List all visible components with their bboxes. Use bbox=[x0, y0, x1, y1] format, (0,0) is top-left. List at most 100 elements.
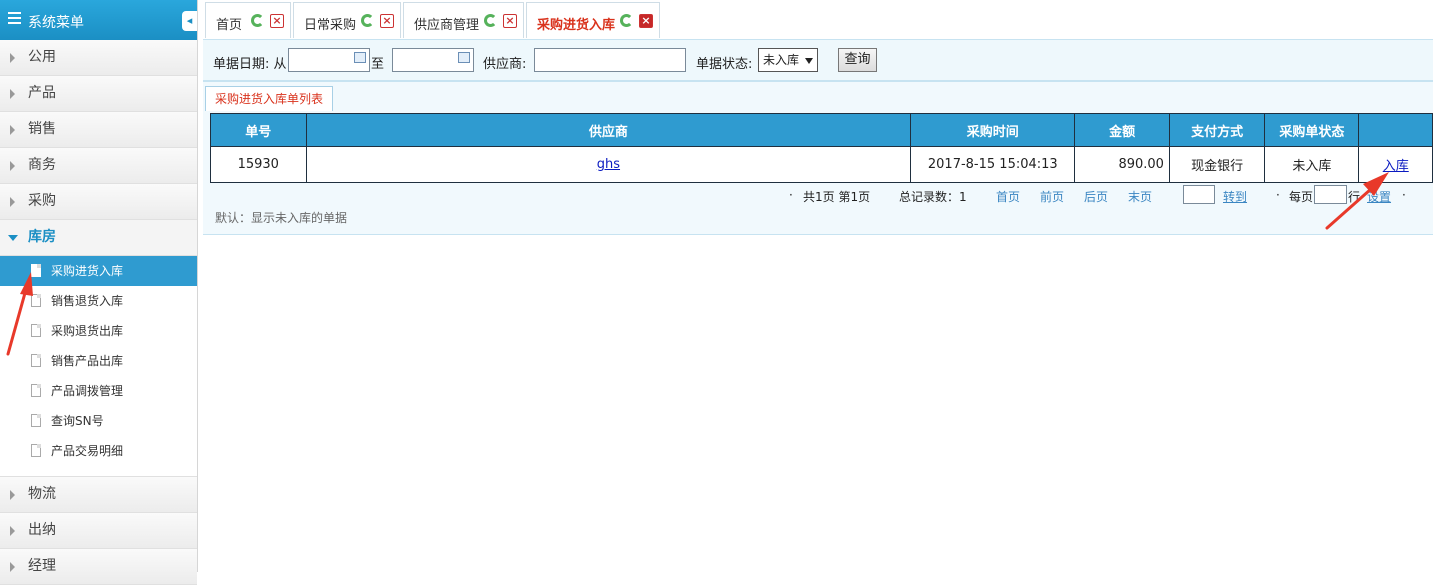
calendar-icon[interactable] bbox=[458, 52, 470, 63]
refresh-icon[interactable] bbox=[251, 14, 264, 27]
cell-payment: 现金银行 bbox=[1168, 146, 1266, 183]
sidebar-item-sales-return-inbound[interactable]: 销售退货入库 bbox=[0, 286, 197, 316]
sidebar-section-logistics[interactable]: 物流 bbox=[0, 477, 197, 513]
column-header-time: 采购时间 bbox=[910, 113, 1076, 147]
tab-label: 日常采购 bbox=[304, 18, 357, 33]
sidebar-section-label: 商务 bbox=[28, 157, 56, 173]
close-icon[interactable]: × bbox=[380, 14, 394, 28]
rows-label: 行 bbox=[1348, 190, 1361, 204]
status-select-value: 未入库 bbox=[763, 53, 800, 67]
sidebar-title: 系统菜单 bbox=[28, 15, 84, 31]
sidebar-section-sales[interactable]: 销售 bbox=[0, 112, 197, 148]
collapse-sidebar-button[interactable]: ◂ bbox=[182, 11, 197, 31]
cell-amount: 890.00 bbox=[1074, 146, 1170, 183]
supplier-link[interactable]: ghs bbox=[597, 157, 620, 172]
caret-right-icon bbox=[10, 125, 15, 135]
cell-no: 15930 bbox=[210, 146, 307, 183]
pager-dot: · bbox=[1276, 188, 1280, 202]
sidebar-item-purchase-return-outbound[interactable]: 采购退货出库 bbox=[0, 316, 197, 346]
close-icon[interactable]: × bbox=[270, 14, 284, 28]
list-panel: 采购进货入库单列表 单号 供应商 采购时间 金额 支付方式 采购单状态 1593… bbox=[203, 81, 1433, 235]
sidebar-section-cashier[interactable]: 出纳 bbox=[0, 513, 197, 549]
set-per-page-link[interactable]: 设置 bbox=[1367, 188, 1391, 205]
sidebar-item-label: 销售产品出库 bbox=[51, 354, 124, 368]
document-icon bbox=[31, 384, 41, 397]
sidebar-item-sales-outbound[interactable]: 销售产品出库 bbox=[0, 346, 197, 376]
sidebar-item-transfer[interactable]: 产品调拨管理 bbox=[0, 376, 197, 406]
sidebar-header: 系统菜单 ◂ bbox=[0, 0, 197, 40]
pager-prev[interactable]: 前页 bbox=[1040, 188, 1064, 205]
table-row: 15930 ghs 2017-8-15 15:04:13 890.00 现金银行… bbox=[210, 146, 1433, 183]
caret-right-icon bbox=[10, 53, 15, 63]
column-header-payment: 支付方式 bbox=[1168, 113, 1266, 147]
default-filter-note: 默认：显示未入库的单据 bbox=[215, 211, 348, 225]
sidebar-section-label: 库房 bbox=[28, 229, 56, 245]
sidebar-item-transaction-detail[interactable]: 产品交易明细 bbox=[0, 436, 197, 466]
tab-label: 采购进货入库 bbox=[537, 18, 616, 33]
close-icon[interactable]: × bbox=[639, 14, 653, 28]
goto-page-input[interactable] bbox=[1183, 185, 1215, 204]
close-icon[interactable]: × bbox=[503, 14, 517, 28]
document-icon bbox=[31, 354, 41, 367]
tab-label: 首页 bbox=[216, 18, 243, 33]
supplier-input[interactable] bbox=[534, 48, 686, 72]
calendar-icon[interactable] bbox=[354, 52, 366, 63]
pager-page-info: 共1页 第1页 bbox=[803, 190, 871, 204]
caret-right-icon bbox=[10, 562, 15, 572]
sidebar-section-warehouse[interactable]: 库房 bbox=[0, 220, 197, 256]
cell-supplier: ghs bbox=[305, 146, 912, 183]
sidebar-item-purchase-inbound[interactable]: 采购进货入库 bbox=[0, 256, 197, 286]
pager-dot: · bbox=[1402, 188, 1406, 202]
sidebar-section-label: 采购 bbox=[28, 193, 56, 209]
sidebar-section-product[interactable]: 产品 bbox=[0, 76, 197, 112]
column-header-action bbox=[1358, 113, 1433, 147]
column-header-no: 单号 bbox=[210, 113, 307, 147]
sidebar-item-label: 查询SN号 bbox=[51, 414, 104, 428]
inbound-table: 单号 供应商 采购时间 金额 支付方式 采购单状态 15930 ghs 2017… bbox=[210, 113, 1433, 183]
column-header-amount: 金额 bbox=[1074, 113, 1170, 147]
document-icon bbox=[31, 324, 41, 337]
pager-last[interactable]: 末页 bbox=[1128, 188, 1152, 205]
table-header-row: 单号 供应商 采购时间 金额 支付方式 采购单状态 bbox=[210, 113, 1433, 147]
pager-first[interactable]: 首页 bbox=[996, 188, 1020, 205]
sidebar-section-purchase[interactable]: 采购 bbox=[0, 184, 197, 220]
refresh-icon[interactable] bbox=[620, 14, 633, 27]
sidebar-section-manager[interactable]: 经理 bbox=[0, 549, 197, 585]
sidebar-item-label: 采购退货出库 bbox=[51, 324, 124, 338]
refresh-icon[interactable] bbox=[361, 14, 374, 27]
inbound-link[interactable]: 入库 bbox=[1383, 159, 1409, 174]
tab-home[interactable]: 首页 × bbox=[205, 2, 291, 38]
caret-down-icon bbox=[8, 235, 18, 241]
pager-dot: · bbox=[789, 188, 793, 202]
tab-purchase-inbound[interactable]: 采购进货入库 × bbox=[526, 2, 660, 38]
list-icon bbox=[8, 12, 21, 26]
pager-total: 总记录数：1 bbox=[899, 190, 967, 204]
chevron-down-icon bbox=[805, 58, 813, 64]
per-page-label: 每页 bbox=[1289, 190, 1314, 204]
status-select[interactable]: 未入库 bbox=[758, 48, 818, 72]
caret-right-icon bbox=[10, 89, 15, 99]
date-to-label: 至 bbox=[371, 57, 385, 72]
tab-daily-purchase[interactable]: 日常采购 × bbox=[293, 2, 401, 38]
query-button[interactable]: 查询 bbox=[838, 48, 877, 72]
document-icon bbox=[31, 264, 41, 277]
per-page-input[interactable] bbox=[1314, 185, 1347, 204]
cell-action: 入库 bbox=[1358, 146, 1433, 183]
sidebar-section-label: 物流 bbox=[28, 486, 56, 502]
caret-right-icon bbox=[10, 490, 15, 500]
panel-tab-purchase-inbound-list[interactable]: 采购进货入库单列表 bbox=[205, 86, 334, 111]
document-icon bbox=[31, 294, 41, 307]
tab-label: 供应商管理 bbox=[414, 18, 480, 33]
caret-right-icon bbox=[10, 161, 15, 171]
goto-link[interactable]: 转到 bbox=[1223, 188, 1247, 205]
refresh-icon[interactable] bbox=[484, 14, 497, 27]
pager-next[interactable]: 后页 bbox=[1084, 188, 1108, 205]
search-form: 单据日期: 从 至 供应商: 单据状态: 未入库 查询 bbox=[203, 40, 1433, 81]
date-from-label: 单据日期: 从 bbox=[213, 57, 287, 72]
sidebar-section-business[interactable]: 商务 bbox=[0, 148, 197, 184]
status-label: 单据状态: bbox=[696, 57, 753, 72]
tab-supplier-management[interactable]: 供应商管理 × bbox=[403, 2, 524, 38]
sidebar-item-sn-query[interactable]: 查询SN号 bbox=[0, 406, 197, 436]
sidebar-section-public[interactable]: 公用 bbox=[0, 40, 197, 76]
sidebar-item-label: 销售退货入库 bbox=[51, 294, 124, 308]
